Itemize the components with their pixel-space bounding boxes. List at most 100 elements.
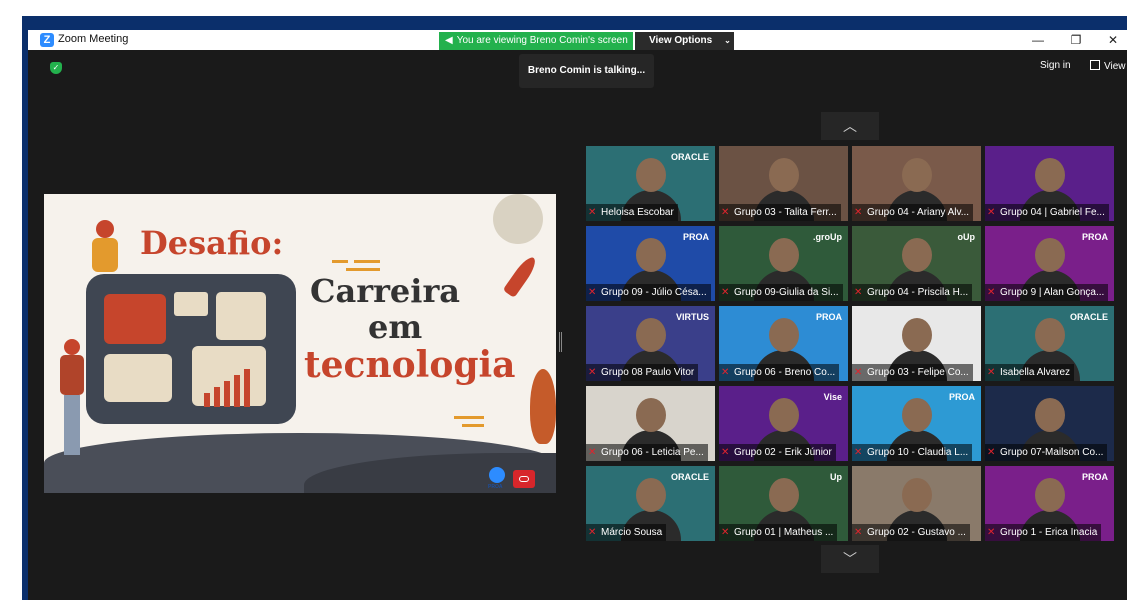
- muted-mic-icon: ✕: [721, 207, 730, 218]
- speaker-icon: ◀: [445, 35, 453, 46]
- sign-in-link[interactable]: Sign in: [1040, 60, 1071, 71]
- chevron-down-icon: ﹀: [843, 551, 857, 567]
- participant-tile[interactable]: .groUp ✕ Grupo 09-Giulia da Si...: [719, 226, 848, 301]
- restore-button[interactable]: ❐: [1061, 31, 1091, 49]
- bar-illustration: [204, 393, 210, 407]
- participant-name-label: ✕ Grupo 1 - Erica Inacia: [985, 524, 1102, 541]
- participant-name: Grupo 02 - Erik Júnior: [734, 447, 832, 458]
- participant-tile[interactable]: ORACLE ✕ Márcio Sousa: [586, 466, 715, 541]
- muted-mic-icon: ✕: [588, 207, 597, 218]
- participant-video-head: [1034, 238, 1065, 272]
- participant-video-head: [635, 318, 666, 352]
- background-logo: ORACLE: [1070, 312, 1108, 322]
- participant-name: Grupo 09 - Júlio Césa...: [601, 287, 707, 298]
- participant-name: Grupo 04 | Gabriel Fe...: [1000, 207, 1105, 218]
- participant-name-label: ✕ Grupo 04 | Gabriel Fe...: [985, 204, 1109, 221]
- muted-mic-icon: ✕: [987, 207, 996, 218]
- background-logo: PROA: [682, 232, 709, 242]
- participant-name: Grupo 1 - Erica Inacia: [1000, 527, 1098, 538]
- participant-name-label: ✕ Grupo 02 - Erik Júnior: [719, 444, 836, 461]
- chevron-up-icon: ︿: [843, 118, 857, 134]
- chevron-down-icon: ⌄: [724, 36, 731, 45]
- minimize-button[interactable]: —: [1023, 31, 1053, 49]
- participant-tile[interactable]: PROA ✕ Grupo 09 - Júlio Césa...: [586, 226, 715, 301]
- moon-illustration: [493, 194, 543, 244]
- muted-mic-icon: ✕: [854, 287, 863, 298]
- gallery-next-page-button[interactable]: ﹀: [821, 545, 879, 573]
- proa-logo-icon: [489, 467, 505, 483]
- background-logo: PROA: [815, 312, 842, 322]
- participant-tile[interactable]: ✕ Grupo 04 - Ariany Alv...: [852, 146, 981, 221]
- muted-mic-icon: ✕: [854, 447, 863, 458]
- image-card-illustration: [174, 292, 208, 316]
- view-options-button[interactable]: View Options ⌄: [635, 32, 734, 50]
- split-view-handle[interactable]: [559, 332, 562, 352]
- participant-name-label: ✕ Isabella Alvarez: [985, 364, 1075, 381]
- participant-name-label: ✕ Grupo 04 - Priscila H...: [852, 284, 973, 301]
- participant-name-label: ✕ Grupo 10 - Claudia L...: [852, 444, 973, 461]
- muted-mic-icon: ✕: [854, 207, 863, 218]
- participant-tile[interactable]: Vise ✕ Grupo 02 - Erik Júnior: [719, 386, 848, 461]
- participant-tile[interactable]: ✕ Grupo 07-Mailson Co...: [985, 386, 1114, 461]
- background-logo: ORACLE: [671, 152, 709, 162]
- participant-tile[interactable]: PROA ✕ Grupo 10 - Claudia L...: [852, 386, 981, 461]
- participant-name-label: ✕ Grupo 09-Giulia da Si...: [719, 284, 843, 301]
- proa-logo-text: PROA: [488, 484, 503, 490]
- participant-tile[interactable]: ORACLE ✕ Isabella Alvarez: [985, 306, 1114, 381]
- view-options-label: View Options: [649, 35, 713, 46]
- slide-heading-line2: em: [368, 308, 423, 346]
- participant-name-label: ✕ Grupo 09 - Júlio Césa...: [586, 284, 711, 301]
- muted-mic-icon: ✕: [588, 287, 597, 298]
- participant-tile[interactable]: ✕ Grupo 06 - Leticia Pe...: [586, 386, 715, 461]
- dash-decoration: [354, 260, 380, 263]
- shared-screen[interactable]: Desafio: Carreira em tecnologia PROA: [44, 194, 556, 493]
- person-standing-illustration: [52, 339, 92, 469]
- participant-video-head: [768, 398, 799, 432]
- participant-tile[interactable]: PROA ✕ Grupo 1 - Erica Inacia: [985, 466, 1114, 541]
- participant-name-label: ✕ Grupo 9 | Alan Gonça...: [985, 284, 1109, 301]
- dash-decoration: [454, 416, 484, 419]
- muted-mic-icon: ✕: [987, 287, 996, 298]
- close-button[interactable]: ✕: [1098, 31, 1127, 49]
- participant-name: Grupo 06 - Breno Co...: [734, 367, 836, 378]
- participant-video-head: [768, 158, 799, 192]
- participant-tile[interactable]: ✕ Grupo 02 - Gustavo ...: [852, 466, 981, 541]
- participant-tile[interactable]: ✕ Grupo 04 | Gabriel Fe...: [985, 146, 1114, 221]
- participant-tile[interactable]: PROA ✕ Grupo 9 | Alan Gonça...: [985, 226, 1114, 301]
- participant-name-label: ✕ Grupo 04 - Ariany Alv...: [852, 204, 974, 221]
- bar-illustration: [234, 375, 240, 407]
- participant-name-label: ✕ Grupo 03 - Felipe Co...: [852, 364, 973, 381]
- share-banner: ◀ You are viewing Breno Comin's screen: [439, 32, 633, 50]
- security-shield-icon[interactable]: ✓: [50, 62, 62, 74]
- participant-tile[interactable]: VIRTUS ✕ Grupo 08 Paulo Vitor: [586, 306, 715, 381]
- mountain-card-illustration: [216, 292, 266, 340]
- participant-tile[interactable]: ✕ Grupo 03 - Felipe Co...: [852, 306, 981, 381]
- background-logo: VIRTUS: [675, 312, 709, 322]
- participant-tile[interactable]: PROA ✕ Grupo 06 - Breno Co...: [719, 306, 848, 381]
- participant-video-head: [635, 158, 666, 192]
- participant-name-label: ✕ Grupo 06 - Breno Co...: [719, 364, 840, 381]
- participant-name-label: ✕ Grupo 06 - Leticia Pe...: [586, 444, 708, 461]
- participant-tile[interactable]: oUp ✕ Grupo 04 - Priscila H...: [852, 226, 981, 301]
- dash-decoration: [346, 268, 380, 271]
- participant-tile[interactable]: ORACLE ✕ Heloisa Escobar: [586, 146, 715, 221]
- muted-mic-icon: ✕: [987, 367, 996, 378]
- background-logo: .groUp: [813, 232, 842, 242]
- participant-name-label: ✕ Heloisa Escobar: [586, 204, 678, 221]
- view-button[interactable]: View: [1090, 60, 1126, 72]
- background-logo: oUp: [957, 232, 976, 242]
- participant-name-label: ✕ Grupo 07-Mailson Co...: [985, 444, 1108, 461]
- participant-tile[interactable]: Up ✕ Grupo 01 | Matheus ...: [719, 466, 848, 541]
- participant-video-head: [1034, 398, 1065, 432]
- participant-name-label: ✕ Márcio Sousa: [586, 524, 667, 541]
- participant-tile[interactable]: ✕ Grupo 03 - Talita Ferr...: [719, 146, 848, 221]
- participant-name: Grupo 10 - Claudia L...: [867, 447, 969, 458]
- participant-name: Grupo 09-Giulia da Si...: [734, 287, 839, 298]
- gallery-prev-page-button[interactable]: ︿: [821, 112, 879, 140]
- zoom-window: Z Zoom Meeting ◀ You are viewing Breno Co…: [28, 30, 1127, 600]
- participant-video-head: [901, 398, 932, 432]
- muted-mic-icon: ✕: [721, 287, 730, 298]
- participant-video-head: [901, 158, 932, 192]
- participant-name: Grupo 08 Paulo Vitor: [601, 367, 695, 378]
- active-speaker-indicator: Breno Comin is talking...: [519, 54, 654, 88]
